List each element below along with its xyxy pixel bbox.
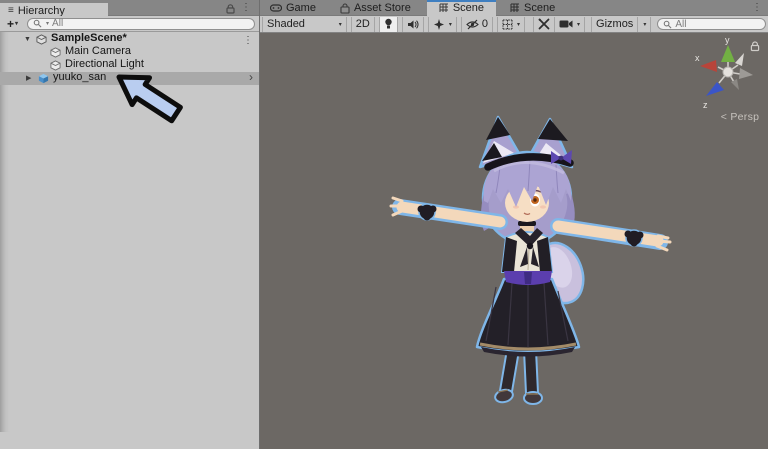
scene-search-placeholder: All (675, 18, 687, 30)
dropdown-icon: ▾ (338, 21, 342, 28)
plus-icon: + (7, 16, 15, 31)
tab-scene-label: Scene (452, 2, 485, 14)
persp-label: Persp (730, 111, 760, 123)
hierarchy-tab-label: Hierarchy (17, 4, 65, 17)
foldout-open-icon[interactable]: ▼ (24, 33, 31, 46)
hierarchy-toolbar: + ▾ ▾ All (0, 16, 259, 32)
scene-tabbar: Game Asset Store Scene Scene ⋮ (260, 0, 768, 16)
gamepad-icon (270, 4, 282, 12)
gameobject-cube-icon (50, 47, 61, 58)
axis-neg-y-cone[interactable] (731, 79, 739, 90)
unity-editor-window: ≡ Hierarchy ⋮ + ▾ ▾ All ▼ SampleScene* ⋮… (0, 0, 768, 449)
shading-mode-dropdown[interactable]: Shaded ▾ (262, 16, 347, 32)
axis-neg-x-cone[interactable] (739, 68, 753, 79)
gizmos-dropdown[interactable]: Gizmos (591, 16, 639, 32)
hamburger-icon: ≡ (8, 5, 14, 16)
dropdown-icon: ▾ (448, 21, 452, 28)
gameobject-label[interactable]: Main Camera (65, 45, 131, 58)
scene-viewport[interactable]: y x z < Persp (260, 33, 768, 449)
axis-x-cone[interactable] (700, 60, 717, 72)
add-gameobject-button[interactable]: + ▾ (4, 17, 21, 31)
asset-store-bag-icon (340, 2, 350, 14)
component-tools-button[interactable] (533, 16, 556, 32)
gizmos-arrow-button[interactable]: ▾ (638, 16, 652, 32)
hierarchy-menu-icon[interactable]: ⋮ (241, 0, 251, 16)
dropdown-icon: ▾ (643, 21, 647, 28)
tab-game-label: Game (286, 2, 316, 14)
speaker-icon (407, 19, 419, 29)
lightbulb-icon (385, 18, 392, 29)
tab-scene-2[interactable]: Scene (502, 0, 563, 16)
scene-toolbar: Shaded ▾ 2D ▾ 0 ▾ ▾ Gizmos ▾ All (260, 16, 768, 33)
scene-panel: Game Asset Store Scene Scene ⋮ Shaded ▾ … (260, 0, 768, 449)
camera-settings-button[interactable]: ▾ (555, 16, 586, 32)
shading-mode-label: Shaded (267, 18, 305, 30)
dropdown-icon: ▾ (517, 21, 521, 28)
hidden-count-label: 0 (481, 18, 488, 30)
tab-scene-2-label: Scene (524, 2, 556, 14)
perspective-toggle[interactable]: < Persp (708, 111, 768, 123)
hierarchy-search-input[interactable]: ▾ All (27, 17, 255, 30)
audio-toggle-button[interactable] (401, 16, 424, 32)
axis-y-label: y (725, 36, 730, 45)
axis-z-label: z (703, 100, 708, 110)
axis-z-cone[interactable] (706, 82, 724, 96)
grid-visibility-button[interactable]: ▾ (497, 16, 526, 32)
axis-y-cone[interactable] (721, 45, 735, 62)
tab-asset-store-label: Asset Store (353, 2, 411, 14)
hierarchy-panel: ≡ Hierarchy ⋮ + ▾ ▾ All ▼ SampleScene* ⋮… (0, 0, 260, 449)
gizmos-label: Gizmos (596, 18, 634, 30)
gizmo-lock-icon[interactable] (750, 41, 760, 52)
scene-grid-icon (510, 3, 520, 12)
search-icon (33, 19, 42, 28)
effects-icon (433, 18, 444, 30)
persp-angle-icon: < (720, 111, 728, 123)
scene-panel-menu-icon[interactable]: ⋮ (752, 0, 762, 16)
search-icon (664, 20, 672, 28)
prefab-chevron-icon[interactable]: › (249, 71, 253, 84)
hierarchy-search-placeholder: All (52, 17, 64, 29)
grid-snap-icon (502, 19, 513, 29)
scene-search-input[interactable]: All (657, 18, 766, 30)
legs-boots (494, 343, 543, 405)
dropdown-icon: ▾ (577, 21, 581, 28)
tab-asset-store[interactable]: Asset Store (332, 0, 419, 16)
gizmo-center-ball[interactable] (722, 66, 734, 78)
prefab-cube-icon (38, 73, 49, 84)
foldout-closed-icon[interactable]: ▶ (26, 72, 31, 85)
tab-game[interactable]: Game (262, 0, 324, 16)
tab-scene-active[interactable]: Scene (426, 0, 497, 16)
right-arm (550, 218, 672, 252)
tools-icon (538, 18, 550, 30)
gameobject-cube-icon (50, 60, 61, 71)
toggle-2d-label: 2D (355, 18, 370, 30)
scene-visibility-button[interactable]: 0 (460, 16, 493, 32)
active-tab-indicator (426, 0, 497, 2)
effects-dropdown-button[interactable]: ▾ (427, 16, 457, 32)
scene-name-label[interactable]: SampleScene* (51, 32, 127, 45)
scene-asset-icon (36, 34, 47, 45)
scene-grid-icon (439, 3, 448, 12)
camera-icon (559, 20, 573, 28)
axis-neg-z-cone[interactable] (735, 53, 744, 66)
pointer-arrow-annotation (116, 74, 183, 124)
hierarchy-tabbar: ≡ Hierarchy ⋮ (0, 0, 259, 19)
search-filter-dropdown-icon[interactable]: ▾ (46, 20, 49, 27)
axis-x-label: x (695, 53, 700, 63)
lighting-toggle-button[interactable] (378, 16, 398, 32)
lock-icon[interactable] (226, 4, 235, 14)
character-model-yuuko-san[interactable] (380, 95, 680, 410)
eye-slash-icon (466, 19, 479, 29)
dropdown-icon: ▾ (15, 21, 19, 27)
toggle-2d-button[interactable]: 2D (350, 16, 375, 32)
